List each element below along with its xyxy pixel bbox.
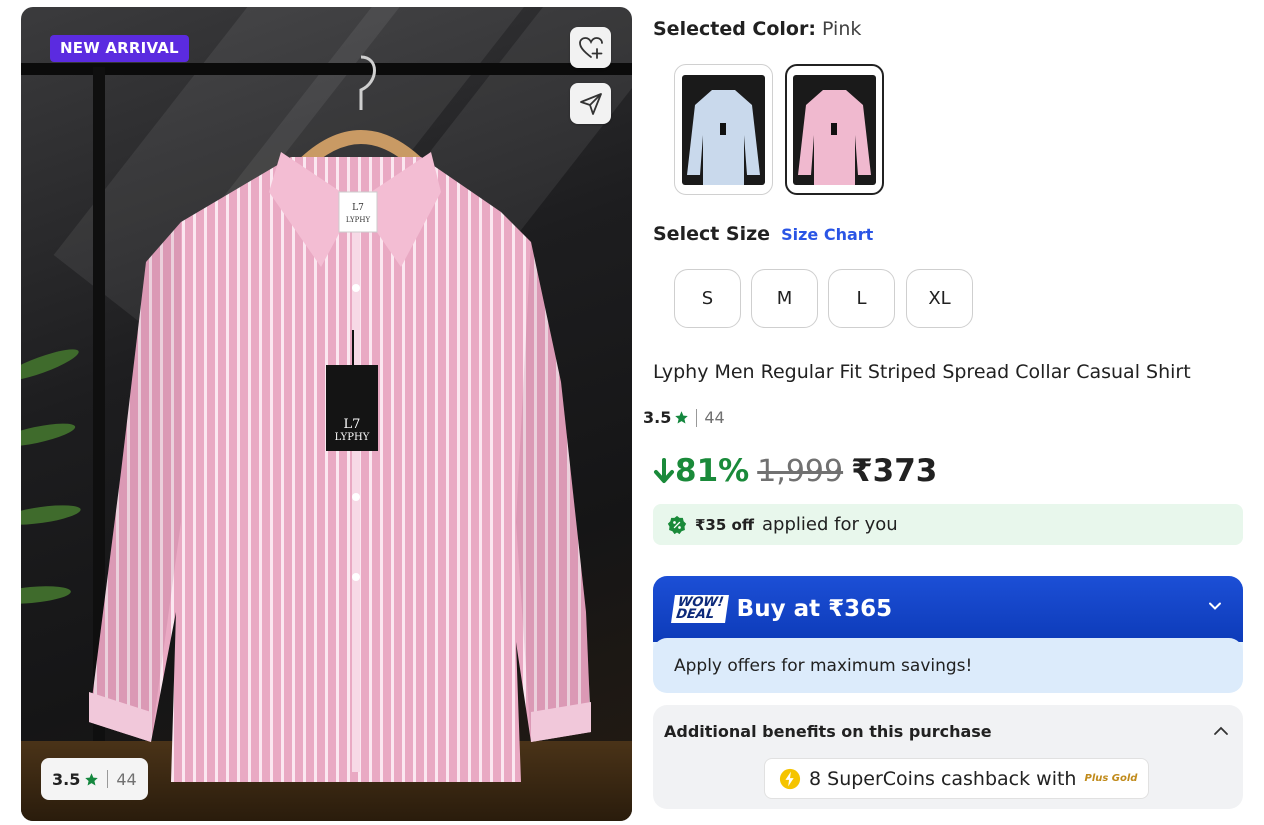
wow-deal-card[interactable]: WOW! DEAL Buy at ₹365 Apply offers for m…	[653, 576, 1243, 693]
deal-header[interactable]: WOW! DEAL Buy at ₹365	[653, 576, 1243, 642]
discount: 81%	[653, 453, 749, 489]
pink-striped-shirt: L7 LYPHY L7 LYPHY	[89, 55, 591, 782]
swatch-thumbnail	[682, 74, 765, 185]
svg-text:LYPHY: LYPHY	[346, 216, 371, 224]
selling-price: ₹373	[851, 453, 938, 489]
product-image[interactable]: L7 LYPHY L7 LYPHY NEW ARRIVAL 3.5 44	[21, 7, 632, 821]
benefits-title: Additional benefits on this purchase	[664, 722, 992, 741]
separator	[696, 408, 698, 427]
supercoin-icon	[779, 768, 801, 789]
selected-color-row: Selected Color: Pink	[653, 18, 861, 40]
size-chart-link[interactable]: Size Chart	[781, 225, 873, 244]
mrp-price: 1,999	[757, 453, 844, 489]
size-option-m[interactable]: M	[751, 269, 818, 328]
chevron-down-icon[interactable]	[1207, 598, 1223, 614]
additional-benefits-panel: Additional benefits on this purchase 8 S…	[653, 705, 1243, 809]
coupon-amount: ₹35 off	[695, 515, 754, 534]
image-rating-chip: 3.5 44	[41, 758, 148, 800]
plus-gold-logo: Plus Gold	[1084, 773, 1138, 784]
svg-text:L7: L7	[352, 203, 364, 213]
price-row: 81% 1,999 ₹373	[653, 453, 937, 489]
coupon-text: applied for you	[762, 514, 898, 535]
supercoins-cashback: 8 SuperCoins cashback with Plus Gold	[764, 758, 1150, 799]
product-title: Lyphy Men Regular Fit Striped Spread Col…	[653, 361, 1191, 383]
apply-offers-text[interactable]: Apply offers for maximum savings!	[653, 638, 1243, 693]
color-swatch-pink[interactable]	[785, 64, 884, 195]
size-option-xl[interactable]: XL	[906, 269, 973, 328]
rating-count: 44	[704, 408, 725, 427]
svg-text:LYPHY: LYPHY	[335, 432, 370, 443]
size-option-l[interactable]: L	[828, 269, 895, 328]
arrow-down-icon	[654, 458, 674, 483]
swatch-thumbnail	[793, 74, 876, 185]
new-arrival-badge: NEW ARRIVAL	[50, 35, 189, 62]
discount-percent: 81%	[675, 453, 750, 489]
product-rating[interactable]: 3.5 44	[643, 408, 725, 427]
wishlist-button[interactable]	[570, 27, 611, 68]
star-icon	[85, 772, 99, 785]
star-icon	[675, 411, 689, 424]
send-icon	[579, 92, 602, 115]
select-size-row: Select Size Size Chart	[653, 223, 873, 245]
rating-count: 44	[116, 769, 137, 789]
wow-deal-logo: WOW! DEAL	[671, 595, 729, 623]
size-option-s[interactable]: S	[674, 269, 741, 328]
color-swatch-light-blue[interactable]	[674, 64, 773, 195]
rating-value: 3.5	[643, 408, 672, 427]
separator	[107, 770, 109, 788]
rating-value: 3.5	[52, 769, 81, 789]
supercoins-text: 8 SuperCoins cashback with	[809, 767, 1077, 790]
selected-color-value: Pink	[822, 18, 862, 40]
buy-at-price: Buy at ₹365	[736, 596, 893, 622]
discount-badge-icon	[667, 515, 687, 534]
chevron-up-icon[interactable]	[1212, 722, 1230, 740]
coupon-applied-strip: ₹35 off applied for you	[653, 504, 1243, 545]
svg-text:L7: L7	[344, 417, 361, 432]
heart-plus-icon	[578, 36, 603, 59]
selected-color-label: Selected Color:	[653, 18, 816, 40]
select-size-label: Select Size	[653, 223, 771, 245]
share-button[interactable]	[570, 83, 611, 124]
